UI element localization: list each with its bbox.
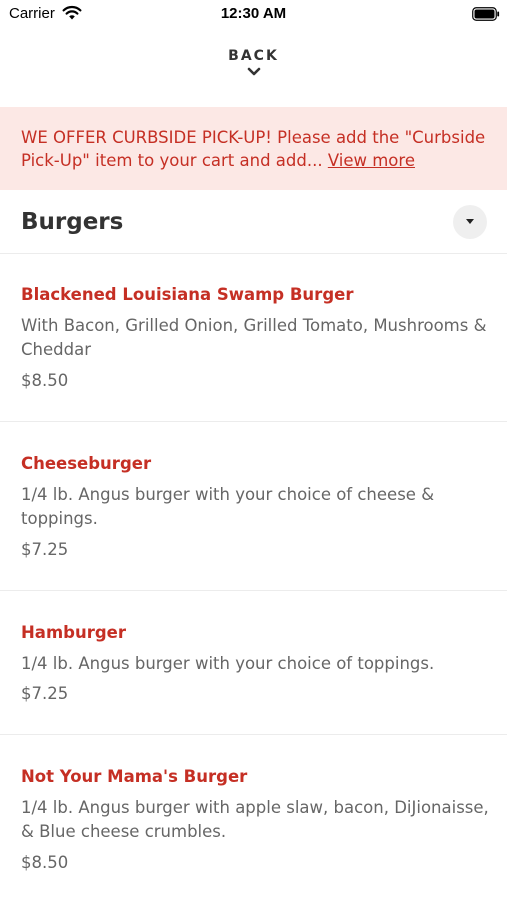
item-price: $7.25 — [21, 540, 69, 559]
battery-icon — [472, 7, 500, 21]
back-button[interactable]: BACK — [203, 46, 304, 92]
item-description: 1/4 lb. Angus burger with your choice of… — [21, 485, 435, 528]
view-more-link[interactable]: View more — [328, 151, 415, 170]
banner-message: WE OFFER CURBSIDE PICK-UP! Please add th… — [21, 128, 486, 170]
category-collapse-button[interactable] — [453, 205, 487, 239]
item-price: $8.50 — [21, 371, 69, 390]
category-header: Burgers — [0, 190, 507, 254]
menu-item-swamp-burger[interactable]: Blackened Louisiana Swamp Burger With Ba… — [0, 253, 507, 422]
item-name: Not Your Mama's Burger — [21, 767, 248, 786]
item-name: Hamburger — [21, 623, 126, 642]
item-price: $8.50 — [21, 853, 69, 872]
menu-item-not-your-mamas-burger[interactable]: Not Your Mama's Burger 1/4 lb. Angus bur… — [0, 735, 507, 900]
banner-text-block: WE OFFER CURBSIDE PICK-UP! Please add th… — [21, 126, 493, 172]
item-price: $7.25 — [21, 684, 69, 703]
item-name: Blackened Louisiana Swamp Burger — [21, 285, 354, 304]
chevron-down-icon — [247, 67, 260, 76]
curbside-banner: WE OFFER CURBSIDE PICK-UP! Please add th… — [0, 107, 507, 190]
item-description: With Bacon, Grilled Onion, Grilled Tomat… — [21, 316, 487, 359]
menu-item-hamburger[interactable]: Hamburger 1/4 lb. Angus burger with your… — [0, 591, 507, 735]
item-description: 1/4 lb. Angus burger with apple slaw, ba… — [21, 798, 489, 841]
status-bar: Carrier 12:30 AM — [0, 0, 507, 30]
item-description: 1/4 lb. Angus burger with your choice of… — [21, 654, 435, 673]
item-name: Cheeseburger — [21, 454, 152, 473]
back-label: BACK — [228, 48, 279, 64]
clock: 12:30 AM — [220, 5, 287, 22]
caret-down-icon — [466, 219, 474, 224]
menu-item-cheeseburger[interactable]: Cheeseburger 1/4 lb. Angus burger with y… — [0, 422, 507, 591]
category-title: Burgers — [21, 209, 124, 235]
